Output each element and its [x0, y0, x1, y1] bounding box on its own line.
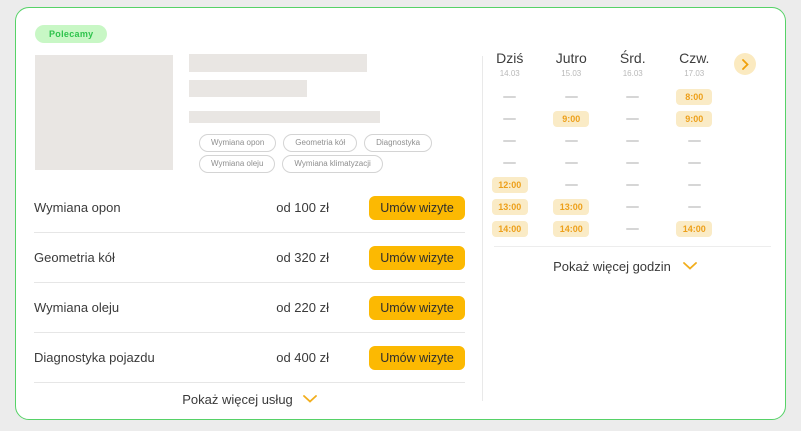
tag-geometria-kol: Geometria kół [283, 134, 357, 152]
day-header-tomorrow: Jutro 15.03 [541, 50, 603, 78]
time-slot [602, 108, 664, 130]
time-slot [664, 152, 726, 174]
day-date: 15.03 [541, 69, 603, 78]
day-date: 14.03 [479, 69, 541, 78]
time-slot [602, 152, 664, 174]
time-slot[interactable]: 13:00 [492, 199, 528, 215]
service-row: Wymiana oleju od 220 zł Umów wizyte [34, 283, 465, 333]
time-slot[interactable]: 9:00 [676, 111, 712, 127]
book-visit-button[interactable]: Umów wizyte [369, 196, 465, 220]
hours-divider [494, 246, 771, 247]
show-more-services-label: Pokaż więcej usług [182, 392, 293, 407]
service-price: od 400 zł [237, 350, 329, 365]
workshop-subtitle-placeholder [189, 80, 307, 97]
show-more-hours-button[interactable]: Pokaż więcej godzin [479, 252, 771, 280]
time-slot[interactable]: 13:00 [553, 199, 589, 215]
time-slot [479, 152, 541, 174]
time-slot-grid: 8:00 9:00 9:00 12:00 13:00 13:00 14:00 14:00 14:… [479, 86, 725, 240]
time-slot [479, 108, 541, 130]
services-list: Wymiana opon od 100 zł Umów wizyte Geome… [34, 183, 465, 415]
time-slot [541, 152, 603, 174]
service-price: od 220 zł [237, 300, 329, 315]
tag-wymiana-oleju: Wymiana oleju [199, 155, 275, 173]
show-more-hours-label: Pokaż więcej godzin [553, 259, 671, 274]
show-more-services-button[interactable]: Pokaż więcej usług [34, 383, 465, 415]
service-row: Wymiana opon od 100 zł Umów wizyte [34, 183, 465, 233]
day-header-today: Dziś 14.03 [479, 50, 541, 78]
time-slot [479, 86, 541, 108]
workshop-photo-placeholder [35, 55, 173, 170]
time-slot[interactable]: 12:00 [492, 177, 528, 193]
time-slot [602, 130, 664, 152]
day-date: 16.03 [602, 69, 664, 78]
time-slot[interactable]: 14:00 [492, 221, 528, 237]
service-row: Diagnostyka pojazdu od 400 zł Umów wizyt… [34, 333, 465, 383]
time-slot [602, 174, 664, 196]
chevron-right-icon [742, 59, 749, 70]
service-price: od 100 zł [237, 200, 329, 215]
day-label: Jutro [541, 50, 603, 66]
service-name: Geometria kół [34, 250, 237, 265]
tag-diagnostyka: Diagnostyka [364, 134, 432, 152]
day-label: Dziś [479, 50, 541, 66]
chevron-down-icon [303, 395, 317, 403]
book-visit-button[interactable]: Umów wizyte [369, 296, 465, 320]
time-slot [664, 130, 726, 152]
time-slot [664, 196, 726, 218]
service-name: Wymiana opon [34, 200, 237, 215]
tag-wymiana-klimatyzacji: Wymiana klimatyzacji [282, 155, 382, 173]
time-slot [602, 218, 664, 240]
service-price: od 320 zł [237, 250, 329, 265]
service-name: Wymiana oleju [34, 300, 237, 315]
time-slot [479, 130, 541, 152]
time-slot [602, 86, 664, 108]
time-slot [541, 86, 603, 108]
day-label: Śrd. [602, 50, 664, 66]
chevron-down-icon [683, 262, 697, 270]
time-slot [541, 174, 603, 196]
time-slot [664, 174, 726, 196]
workshop-address-placeholder [189, 111, 380, 123]
time-slot[interactable]: 14:00 [553, 221, 589, 237]
workshop-title-placeholder [189, 54, 367, 72]
workshop-card: Polecamy Wymiana opon Geometria kół Diag… [15, 7, 786, 420]
recommended-badge: Polecamy [35, 25, 107, 43]
time-slot [602, 196, 664, 218]
book-visit-button[interactable]: Umów wizyte [369, 346, 465, 370]
book-visit-button[interactable]: Umów wizyte [369, 246, 465, 270]
calendar-day-headers: Dziś 14.03 Jutro 15.03 Śrd. 16.03 Czw. 1… [479, 50, 725, 78]
service-name: Diagnostyka pojazdu [34, 350, 237, 365]
tag-wymiana-opon: Wymiana opon [199, 134, 276, 152]
time-slot [541, 130, 603, 152]
time-slot[interactable]: 14:00 [676, 221, 712, 237]
service-tags: Wymiana opon Geometria kół Diagnostyka W… [199, 134, 459, 173]
day-header-thu: Czw. 17.03 [664, 50, 726, 78]
day-header-wed: Śrd. 16.03 [602, 50, 664, 78]
next-days-button[interactable] [734, 53, 756, 75]
service-row: Geometria kół od 320 zł Umów wizyte [34, 233, 465, 283]
time-slot[interactable]: 8:00 [676, 89, 712, 105]
time-slot[interactable]: 9:00 [553, 111, 589, 127]
day-date: 17.03 [664, 69, 726, 78]
day-label: Czw. [664, 50, 726, 66]
